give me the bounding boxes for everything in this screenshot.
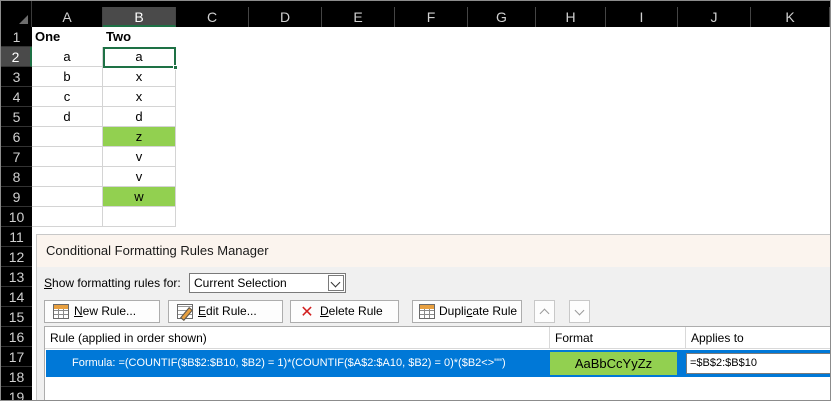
new-rule-button[interactable]: New Rule... bbox=[44, 300, 160, 323]
show-rules-label: Show formatting rules for: bbox=[44, 276, 181, 290]
column-header-j[interactable]: J bbox=[678, 7, 751, 27]
cell-a3[interactable]: b bbox=[32, 67, 103, 87]
rules-table: Rule (applied in order shown) Format App… bbox=[44, 326, 830, 400]
scope-value: Current Selection bbox=[194, 276, 287, 290]
column-header-a[interactable]: A bbox=[32, 7, 103, 27]
cell-b6-highlighted[interactable]: z bbox=[103, 127, 176, 147]
active-cell-border bbox=[103, 47, 176, 68]
move-down-button[interactable] bbox=[569, 300, 590, 323]
new-rule-label: New Rule... bbox=[74, 304, 137, 318]
row-header-3[interactable]: 3 bbox=[1, 67, 32, 87]
cell-a5[interactable]: d bbox=[32, 107, 103, 127]
row-header-4[interactable]: 4 bbox=[1, 87, 32, 107]
column-header-i[interactable]: I bbox=[606, 7, 678, 27]
column-header-applies-to: Applies to bbox=[686, 327, 830, 349]
row-header-14[interactable]: 14 bbox=[1, 287, 32, 307]
duplicate-rule-label: Duplicate Rule bbox=[439, 304, 518, 318]
delete-rule-label: Delete Rule bbox=[320, 304, 383, 318]
cell-a10[interactable] bbox=[32, 207, 103, 227]
edit-rule-icon bbox=[177, 304, 193, 319]
cell-b7[interactable]: v bbox=[103, 147, 176, 167]
cell-a8[interactable] bbox=[32, 167, 103, 187]
edit-rule-button[interactable]: Edit Rule... bbox=[168, 300, 283, 323]
column-header-d[interactable]: D bbox=[249, 7, 322, 27]
row-header-11[interactable]: 11 bbox=[1, 227, 32, 247]
rule-formula-text: Formula: =(COUNTIF($B$2:$B10, $B2) = 1)*… bbox=[72, 357, 506, 369]
row-header-12[interactable]: 12 bbox=[1, 247, 32, 267]
row-header-9[interactable]: 9 bbox=[1, 187, 32, 207]
conditional-formatting-dialog: Conditional Formatting Rules Manager Sho… bbox=[36, 234, 830, 400]
rule-row-selected[interactable]: Formula: =(COUNTIF($B$2:$B10, $B2) = 1)*… bbox=[46, 350, 830, 377]
cell-b8[interactable]: v bbox=[103, 167, 176, 187]
column-header-k[interactable]: K bbox=[751, 7, 830, 27]
column-header-f[interactable]: F bbox=[395, 7, 468, 27]
select-all-corner[interactable] bbox=[1, 1, 32, 27]
row-header-5[interactable]: 5 bbox=[1, 107, 32, 127]
row-header-8[interactable]: 8 bbox=[1, 167, 32, 187]
excel-window: A B C D E F G H I J K 1 2 3 4 5 6 7 8 9 … bbox=[0, 0, 831, 401]
row-header-16[interactable]: 16 bbox=[1, 327, 32, 347]
row-header-13[interactable]: 13 bbox=[1, 267, 32, 287]
cell-b1[interactable]: Two bbox=[103, 27, 176, 47]
duplicate-rule-button[interactable]: Duplicate Rule bbox=[412, 300, 522, 323]
fill-handle[interactable] bbox=[173, 65, 178, 70]
row-header-1[interactable]: 1 bbox=[1, 27, 32, 47]
move-up-button[interactable] bbox=[534, 300, 555, 323]
cell-b4[interactable]: x bbox=[103, 87, 176, 107]
chevron-down-icon[interactable] bbox=[328, 275, 344, 291]
column-header-rule: Rule (applied in order shown) bbox=[45, 327, 550, 349]
cell-a2[interactable]: a bbox=[32, 47, 103, 67]
column-header-h[interactable]: H bbox=[536, 7, 606, 27]
row-header-6[interactable]: 6 bbox=[1, 127, 32, 147]
column-header-format: Format bbox=[550, 327, 686, 349]
scope-dropdown[interactable]: Current Selection bbox=[189, 273, 346, 293]
format-preview: AaBbCcYyZz bbox=[550, 352, 677, 375]
applies-to-field[interactable]: =$B$2:$B$10 bbox=[686, 353, 830, 374]
column-header-e[interactable]: E bbox=[322, 7, 395, 27]
cell-a6[interactable] bbox=[32, 127, 103, 147]
row-header-15[interactable]: 15 bbox=[1, 307, 32, 327]
delete-rule-button[interactable]: ✕ Delete Rule bbox=[290, 300, 399, 323]
chevron-down-icon bbox=[574, 305, 585, 316]
cell-a4[interactable]: c bbox=[32, 87, 103, 107]
delete-x-icon: ✕ bbox=[300, 302, 314, 321]
dialog-titlebar[interactable]: Conditional Formatting Rules Manager bbox=[37, 235, 830, 267]
edit-rule-label: Edit Rule... bbox=[198, 304, 257, 318]
row-header-19[interactable]: 19 bbox=[1, 387, 32, 400]
column-header-c[interactable]: C bbox=[176, 7, 249, 27]
cell-b10[interactable] bbox=[103, 207, 176, 227]
cell-b3[interactable]: x bbox=[103, 67, 176, 87]
cell-a7[interactable] bbox=[32, 147, 103, 167]
column-header-b[interactable]: B bbox=[103, 7, 176, 27]
chevron-up-icon bbox=[539, 308, 550, 319]
row-header-18[interactable]: 18 bbox=[1, 367, 32, 387]
cell-b5[interactable]: d bbox=[103, 107, 176, 127]
duplicate-rule-icon bbox=[419, 304, 435, 319]
dialog-title: Conditional Formatting Rules Manager bbox=[46, 243, 269, 258]
cell-a9[interactable] bbox=[32, 187, 103, 207]
column-header-g[interactable]: G bbox=[468, 7, 536, 27]
new-rule-icon bbox=[53, 304, 69, 319]
cell-b9-highlighted[interactable]: w bbox=[103, 187, 176, 207]
cell-a1[interactable]: One bbox=[32, 27, 103, 47]
row-header-17[interactable]: 17 bbox=[1, 347, 32, 367]
row-header-7[interactable]: 7 bbox=[1, 147, 32, 167]
row-header-2[interactable]: 2 bbox=[1, 47, 32, 67]
row-header-10[interactable]: 10 bbox=[1, 207, 32, 227]
